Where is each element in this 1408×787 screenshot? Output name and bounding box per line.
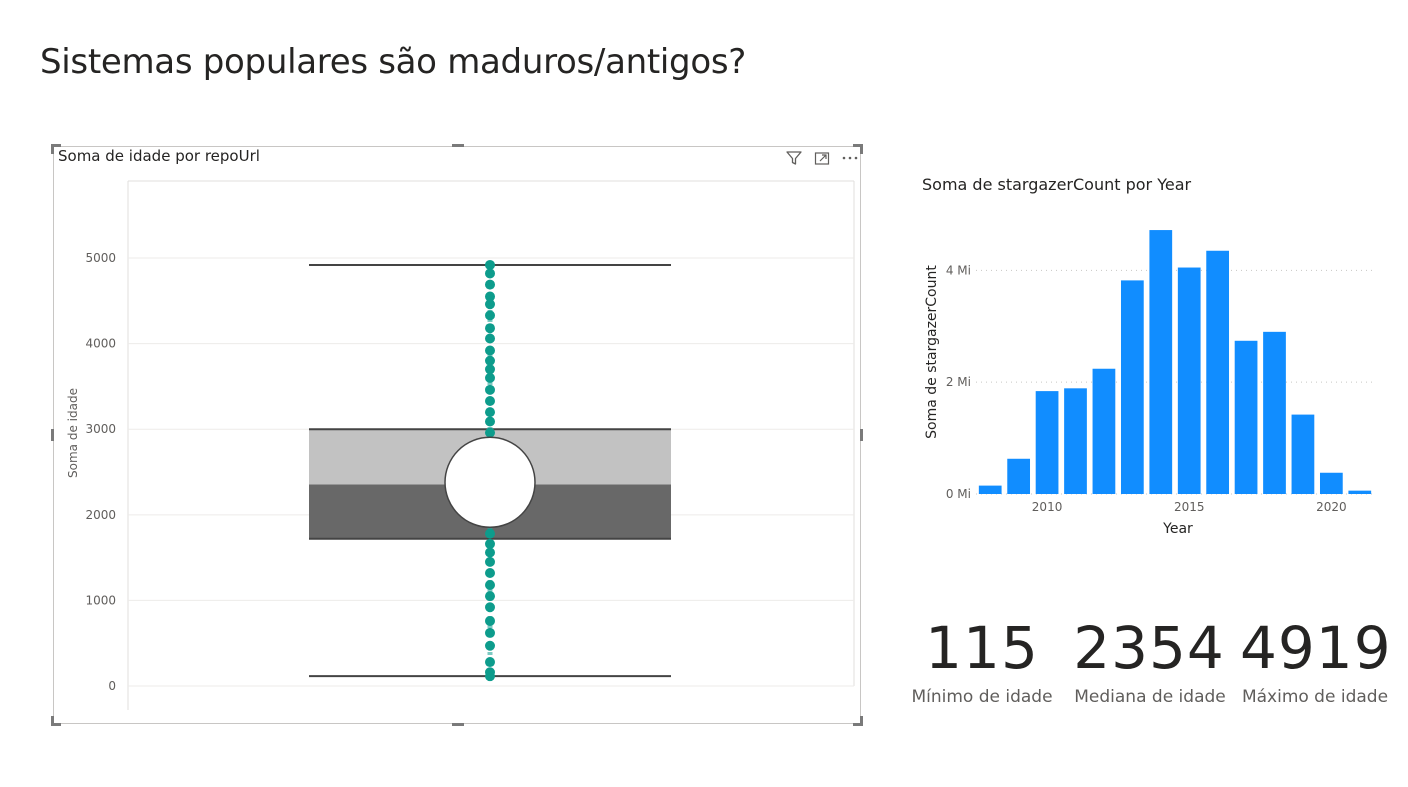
more-options-icon[interactable] [840, 148, 860, 168]
boxplot-visual-container[interactable] [53, 146, 861, 724]
resize-handle-left[interactable] [51, 429, 54, 441]
bar-year-2008 [978, 485, 1002, 494]
resize-handle-bottom-right-v[interactable] [860, 716, 863, 726]
resize-handle-top-left-v[interactable] [51, 144, 54, 154]
bar-year-2019 [1291, 414, 1315, 494]
card-median-label: Mediana de idade [1074, 687, 1226, 707]
resize-handle-bottom-left-v[interactable] [51, 716, 54, 726]
bar-y-tick-label: 2 Mi [946, 375, 971, 389]
filter-icon[interactable] [784, 148, 804, 168]
bar-x-tick-label: 2015 [1174, 500, 1205, 514]
resize-handle-top-right-v[interactable] [860, 144, 863, 154]
bar-year-2010 [1035, 391, 1059, 494]
bar-x-tick-label: 2020 [1316, 500, 1347, 514]
bar-year-2012 [1092, 368, 1116, 494]
boxplot-visual-title: Soma de idade por repoUrl [58, 147, 260, 165]
card-max-value: 4919 [1240, 614, 1392, 682]
bar-y-tick-label: 0 Mi [946, 487, 971, 501]
bar-year-2020 [1319, 472, 1343, 494]
bar-year-2011 [1064, 388, 1087, 494]
resize-handle-right[interactable] [860, 429, 863, 441]
bar-year-2013 [1120, 280, 1144, 494]
bar-year-2021 [1348, 490, 1372, 494]
bar-x-axis-label: Year [1162, 521, 1193, 537]
bar-year-2014 [1149, 230, 1173, 494]
card-median-value: 2354 [1073, 614, 1225, 682]
bar-year-2016 [1206, 250, 1230, 494]
bar-year-2017 [1234, 340, 1258, 494]
bar-year-2015 [1177, 267, 1201, 494]
resize-handle-bottom[interactable] [452, 723, 464, 726]
resize-handle-top[interactable] [452, 144, 464, 147]
focus-mode-icon[interactable] [812, 148, 832, 168]
bar-chart-title: Soma de stargazerCount por Year [922, 175, 1192, 194]
bar-y-axis-label: Soma de stargazerCount [924, 265, 940, 439]
card-min-value: 115 [925, 614, 1039, 682]
card-max-label: Máximo de idade [1241, 687, 1389, 707]
card-min-label: Mínimo de idade [911, 687, 1053, 707]
bar-x-tick-label: 2010 [1032, 500, 1063, 514]
bar-y-tick-label: 4 Mi [946, 263, 971, 277]
bar-year-2018 [1263, 331, 1286, 494]
page-title: Sistemas populares são maduros/antigos? [40, 42, 746, 82]
bar-year-2009 [1007, 458, 1031, 494]
